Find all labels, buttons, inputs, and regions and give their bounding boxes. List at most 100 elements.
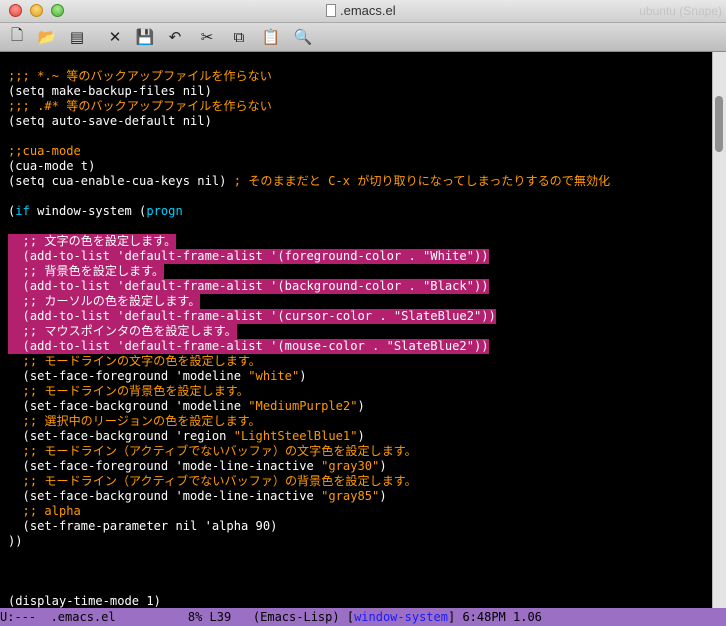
code-token: ;;cua-mode	[8, 144, 81, 158]
code-line: ;; モードラインの背景色を設定します。	[8, 384, 712, 399]
vertical-scrollbar[interactable]	[712, 52, 726, 608]
new-file-icon[interactable]: 🗋	[6, 26, 28, 48]
code-line: ;; モードライン（アクティブでないバッファ）の文字色を設定します。	[8, 444, 712, 459]
code-token: "LightSteelBlue1"	[233, 429, 358, 443]
code-line: ;; 選択中のリージョンの色を設定します。	[8, 414, 712, 429]
code-token: (set-face-background 'region	[8, 429, 234, 443]
code-line: (set-face-foreground 'modeline "white")	[8, 369, 712, 384]
code-token: )	[357, 399, 365, 413]
selected-text: ;; 文字の色を設定します。	[8, 234, 177, 249]
window-title-text: .emacs.el	[340, 3, 396, 18]
code-line: (setq cua-enable-cua-keys nil) ; そのままだと …	[8, 174, 712, 189]
selected-text: ;; マウスポインタの色を設定します。	[8, 324, 237, 339]
code-line: ;; モードライン（アクティブでないバッファ）の背景色を設定します。	[8, 474, 712, 489]
copy-icon[interactable]: ⧉	[228, 26, 250, 48]
code-line: (set-face-background 'region "LightSteel…	[8, 429, 712, 444]
code-token: progn	[146, 204, 183, 218]
close-buffer-icon[interactable]: ✕	[104, 26, 126, 48]
code-line: ;; alpha	[8, 504, 712, 519]
code-line: (setq make-backup-files nil)	[8, 84, 712, 99]
code-token: ;;; *.~ 等のバックアップファイルを作らない	[8, 69, 272, 83]
code-line: (set-face-background 'modeline "MediumPu…	[8, 399, 712, 414]
code-token: (setq make-backup-files nil)	[8, 84, 212, 98]
paste-icon[interactable]: 📋	[260, 26, 282, 48]
code-line: (if window-system (progn	[8, 204, 712, 219]
selected-text: ;; 背景色を設定します。	[8, 264, 165, 279]
open-folder-icon[interactable]: 📂	[36, 26, 58, 48]
code-token: (set-face-foreground 'modeline	[8, 369, 249, 383]
undo-icon[interactable]: ↶	[164, 26, 186, 48]
code-token: ;; モードライン（アクティブでないバッファ）の背景色を設定します。	[8, 474, 417, 488]
zoom-window-button[interactable]	[51, 4, 64, 17]
code-token: )	[379, 489, 387, 503]
close-window-button[interactable]	[9, 4, 22, 17]
code-token: (set-face-background 'modeline	[8, 399, 249, 413]
background-window-title: ubuntu (Snape)	[639, 4, 722, 18]
code-line: ;;cua-mode	[8, 144, 712, 159]
code-line: (display-time-mode 1)	[8, 594, 712, 609]
title-bar: .emacs.el ubuntu (Snape)	[0, 0, 726, 23]
scrollbar-thumb[interactable]	[715, 96, 723, 152]
selected-text: ;; カーソルの色を設定します。	[8, 294, 201, 309]
selected-text: (add-to-list 'default-frame-alist '(mous…	[8, 339, 489, 354]
code-token: window-system (	[29, 204, 147, 218]
code-token: (display-time-mode 1)	[8, 594, 161, 608]
code-line: ;; マウスポインタの色を設定します。	[8, 324, 712, 339]
code-line: (set-face-foreground 'mode-line-inactive…	[8, 459, 712, 474]
code-token: ;; モードラインの背景色を設定します。	[8, 384, 249, 398]
editor-buffer[interactable]: ;;; *.~ 等のバックアップファイルを作らない (setq make-back…	[0, 52, 712, 608]
code-line: (cua-mode t)	[8, 159, 712, 174]
code-token: (setq cua-enable-cua-keys nil)	[8, 174, 234, 188]
mode-line-status: U:---	[0, 610, 37, 624]
search-icon[interactable]: 🔍	[292, 26, 314, 48]
code-token: ; そのままだと C-x が切り取りになってしまったりするので無効化	[233, 174, 611, 188]
code-token: ;; alpha	[8, 504, 81, 518]
code-line: (add-to-list 'default-frame-alist '(mous…	[8, 339, 712, 354]
selected-text: (add-to-list 'default-frame-alist '(fore…	[8, 249, 489, 264]
code-line: ))	[8, 534, 712, 549]
code-token: (set-face-foreground 'mode-line-inactive	[8, 459, 322, 473]
code-line: ;; モードラインの文字の色を設定します。	[8, 354, 712, 369]
code-line: (setq auto-save-default nil)	[8, 114, 712, 129]
code-token: (set-face-background 'mode-line-inactive	[8, 489, 322, 503]
code-line: (add-to-list 'default-frame-alist '(back…	[8, 279, 712, 294]
code-line: ;; 背景色を設定します。	[8, 264, 712, 279]
code-line: (add-to-list 'default-frame-alist '(fore…	[8, 249, 712, 264]
code-token: "gray30"	[321, 459, 380, 473]
dired-icon[interactable]: ▤	[66, 26, 88, 48]
selected-text: (add-to-list 'default-frame-alist '(curs…	[8, 309, 496, 324]
toolbar: 🗋 📂 ▤ ✕ 💾 ↶ ✂ ⧉ 📋 🔍	[0, 23, 726, 52]
code-token: )	[299, 369, 307, 383]
cut-icon[interactable]: ✂	[196, 26, 218, 48]
code-line: ;;; *.~ 等のバックアップファイルを作らない	[8, 69, 712, 84]
mode-line-major-mode[interactable]: (Emacs-Lisp)	[253, 610, 340, 624]
mode-line: U:--- .emacs.el 8% L39 (Emacs-Lisp) [win…	[0, 608, 726, 626]
selected-text: (add-to-list 'default-frame-alist '(back…	[8, 279, 489, 294]
mode-line-time: 6:48PM 1.06	[462, 610, 542, 624]
minimize-window-button[interactable]	[30, 4, 43, 17]
mode-line-buffer-name[interactable]: .emacs.el	[51, 610, 116, 624]
code-token: (cua-mode t)	[8, 159, 96, 173]
code-line: (set-frame-parameter nil 'alpha 90)	[8, 519, 712, 534]
window-title: .emacs.el	[326, 3, 396, 18]
code-line: (add-to-list 'default-frame-alist '(curs…	[8, 309, 712, 324]
code-line: ;; 文字の色を設定します。	[8, 234, 712, 249]
code-token: "white"	[248, 369, 300, 383]
code-token: ;; 選択中のリージョンの色を設定します。	[8, 414, 261, 428]
mode-line-minor-mode[interactable]: window-system	[354, 610, 448, 624]
code-token: (setq auto-save-default nil)	[8, 114, 212, 128]
code-line: (set-face-background 'mode-line-inactive…	[8, 489, 712, 504]
code-token: if	[15, 204, 30, 218]
code-lines: ;;; *.~ 等のバックアップファイルを作らない (setq make-back…	[8, 69, 712, 609]
code-token: "gray85"	[321, 489, 380, 503]
save-icon[interactable]: 💾	[134, 26, 156, 48]
code-token: "MediumPurple2"	[248, 399, 358, 413]
code-token: (set-frame-parameter nil 'alpha 90)	[8, 519, 278, 533]
code-token: ;;; .#* 等のバックアップファイルを作らない	[8, 99, 272, 113]
code-token: )	[379, 459, 387, 473]
code-token: ))	[8, 534, 23, 548]
